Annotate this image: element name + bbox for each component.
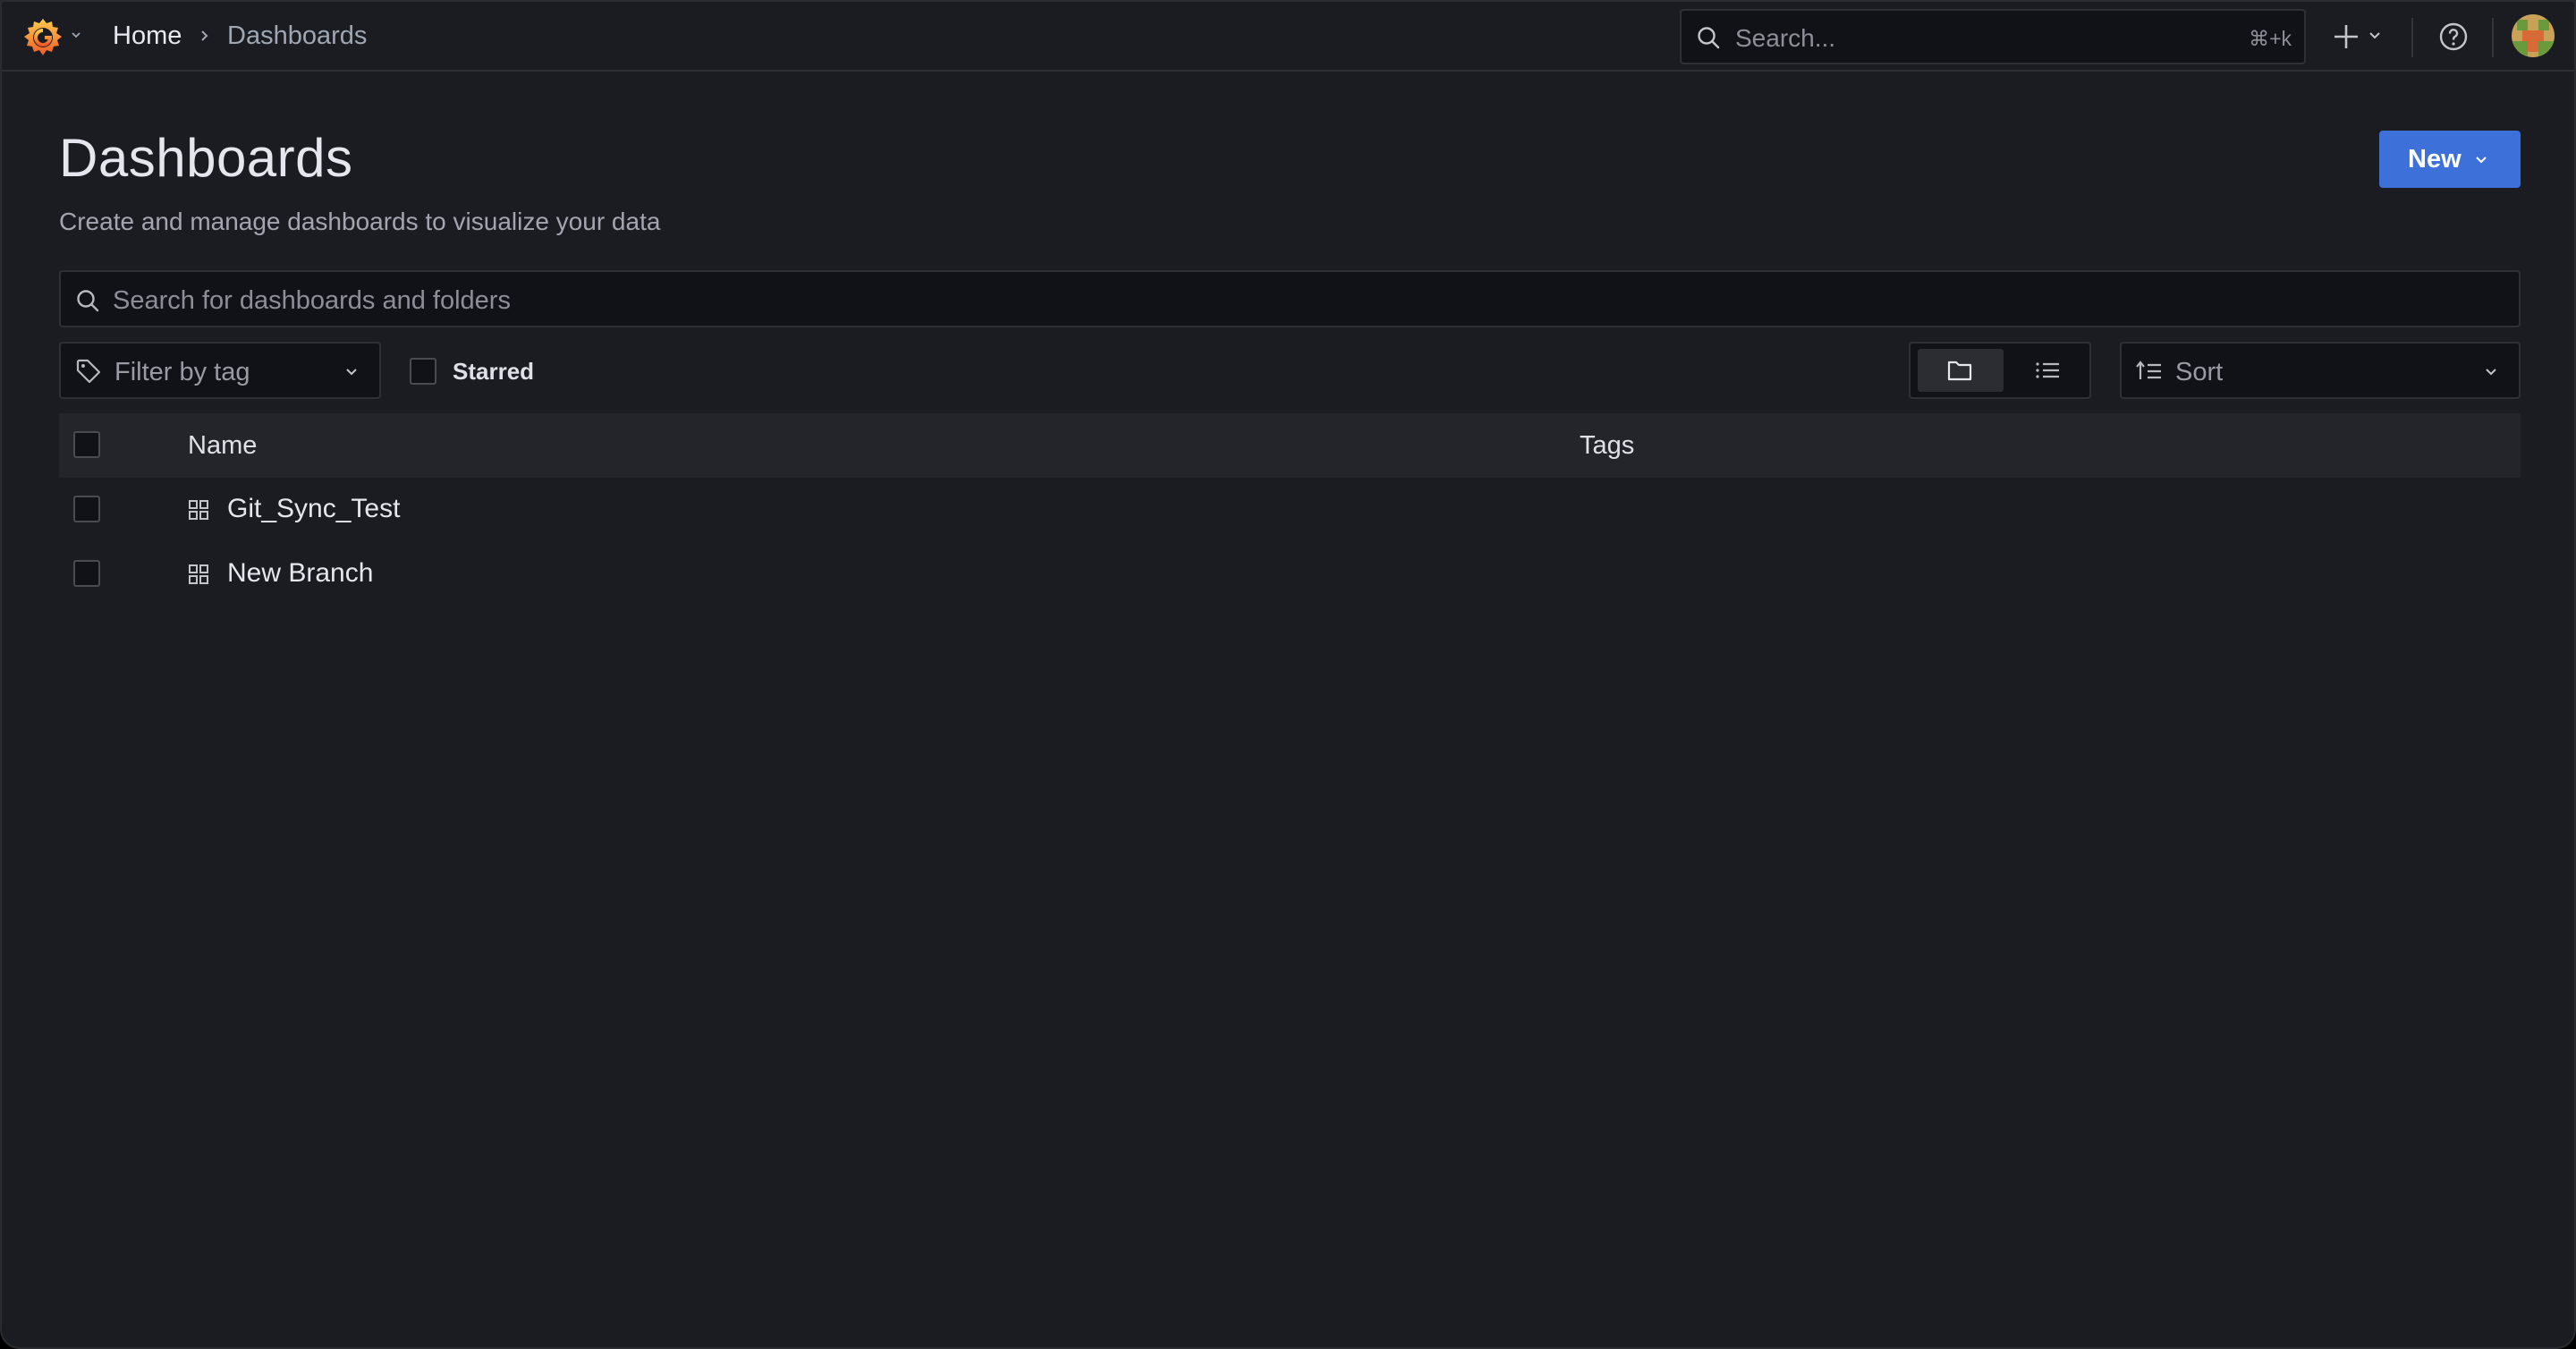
row-checkbox[interactable] [73,560,100,587]
topbar-divider [2411,18,2413,57]
dashboard-search-input[interactable]: Search for dashboards and folders [59,270,2521,327]
chevron-down-icon [2476,157,2487,164]
help-icon[interactable] [2438,21,2469,52]
sort-icon [2136,361,2161,379]
sort-select[interactable]: Sort [2120,342,2521,399]
list-view-button[interactable] [2011,349,2086,392]
table-row[interactable]: New Branch [59,542,2521,607]
avatar-image [2512,14,2555,57]
search-shortcut: ⌘+k [2249,27,2292,50]
list-view-icon [2036,362,2059,378]
sort-placeholder: Sort [2175,358,2224,386]
topbar-divider [2492,18,2494,57]
chevron-down-icon [2486,369,2496,376]
global-search-placeholder: Search... [1735,24,1836,52]
tag-filter-select[interactable]: Filter by tag [59,342,381,399]
tag-filter-placeholder: Filter by tag [114,358,250,386]
chevron-right-icon [201,30,208,41]
view-mode-toggle [1909,342,2091,399]
dashboard-icon [189,500,208,520]
tag-icon [76,359,101,384]
table-header: Name Tags [59,413,2521,478]
app-window: Home Dashboards Search... ⌘+k Dashboards… [0,0,2576,1349]
row-checkbox[interactable] [73,496,100,522]
search-icon [77,290,99,312]
chevron-down-icon[interactable] [70,29,82,41]
dashboard-name-link[interactable]: New Branch [227,558,373,589]
column-header-tags: Tags [1580,431,1635,460]
page-title: Dashboards [59,128,353,188]
search-icon [1698,27,1720,49]
starred-checkbox[interactable] [410,358,436,385]
global-search-input[interactable]: Search... ⌘+k [1680,9,2306,64]
breadcrumb-current: Dashboards [227,21,368,50]
new-button-label: New [2408,145,2462,174]
column-header-name: Name [188,431,258,460]
page-subtitle: Create and manage dashboards to visualiz… [59,208,661,235]
select-all-checkbox[interactable] [73,431,100,458]
starred-label[interactable]: Starred [453,358,534,386]
dashboard-search-placeholder: Search for dashboards and folders [113,286,511,315]
top-bar: Home Dashboards Search... ⌘+k [2,2,2574,72]
new-button[interactable]: New [2379,131,2521,188]
chevron-down-icon [346,369,357,376]
dashboard-icon [189,564,208,584]
folder-view-button[interactable] [1918,349,2004,392]
breadcrumb-home[interactable]: Home [113,21,182,51]
add-menu-button[interactable] [2333,21,2386,52]
dashboard-name-link[interactable]: Git_Sync_Test [227,494,400,524]
avatar[interactable] [2512,14,2555,57]
table-row[interactable]: Git_Sync_Test [59,478,2521,542]
folder-view-icon [1947,361,1972,381]
grafana-logo-icon[interactable] [21,16,64,57]
